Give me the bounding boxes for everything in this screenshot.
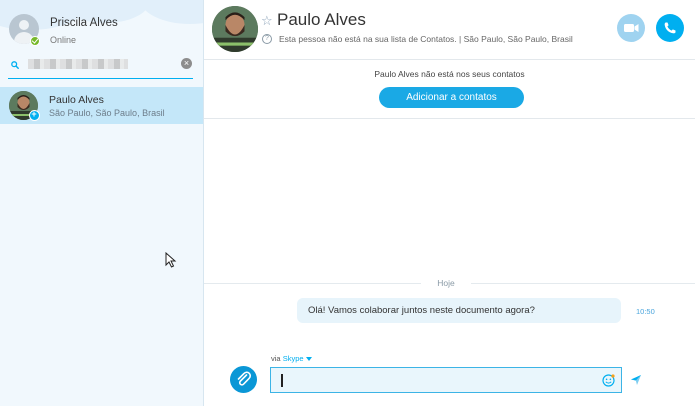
profile-name: Priscila Alves: [50, 17, 118, 29]
add-contact-badge-icon: [29, 109, 40, 121]
video-call-icon: [624, 24, 639, 32]
text-caret: [281, 374, 283, 387]
message-input[interactable]: [270, 367, 622, 393]
phone-call-icon: [664, 22, 676, 34]
notice-text: Paulo Alves não está nos seus contatos: [374, 69, 525, 79]
profile-status[interactable]: Online: [50, 35, 76, 45]
star-icon[interactable]: ☆: [261, 14, 273, 27]
contact-location: São Paulo, São Paulo, Brasil: [49, 108, 165, 118]
page-title: Paulo Alves: [277, 10, 366, 29]
message-bubble[interactable]: Olá! Vamos colaborar juntos neste docume…: [297, 298, 621, 323]
not-a-contact-notice: Paulo Alves não está nos seus contatos A…: [204, 61, 695, 119]
day-label: Hoje: [421, 278, 471, 288]
paperclip-icon: [237, 371, 252, 386]
clear-icon[interactable]: ×: [181, 58, 192, 69]
message-timestamp: 10:50: [636, 307, 655, 316]
via-service-link[interactable]: Skype: [283, 354, 304, 363]
search-input[interactable]: [28, 59, 128, 69]
contact-name: Paulo Alves: [49, 94, 104, 106]
search-box[interactable]: ×: [8, 57, 193, 79]
avatar[interactable]: [212, 6, 258, 52]
via-prefix: via: [271, 354, 281, 363]
profile-card[interactable]: Priscila Alves Online: [0, 0, 203, 54]
add-to-contacts-button[interactable]: Adicionar a contatos: [379, 87, 524, 108]
list-item[interactable]: Paulo Alves São Paulo, São Paulo, Brasil: [0, 87, 203, 124]
video-call-button[interactable]: [617, 14, 645, 42]
emoji-icon[interactable]: [602, 374, 615, 387]
attach-button[interactable]: [230, 366, 257, 393]
chevron-down-icon[interactable]: [305, 357, 312, 362]
online-check-icon: [30, 36, 40, 46]
send-icon[interactable]: [630, 374, 642, 386]
search-icon: [11, 61, 19, 69]
info-icon: ?: [262, 34, 272, 44]
conversation-header: ☆ Paulo Alves ? Esta pessoa não está na …: [204, 0, 695, 60]
mouse-cursor-icon: [165, 252, 177, 268]
contact-status-text: Esta pessoa não está na sua lista de Con…: [279, 34, 573, 44]
sidebar: Priscila Alves Online × Paulo Alves São …: [0, 0, 204, 406]
via-service-selector[interactable]: via Skype: [271, 354, 312, 363]
audio-call-button[interactable]: [656, 14, 684, 42]
